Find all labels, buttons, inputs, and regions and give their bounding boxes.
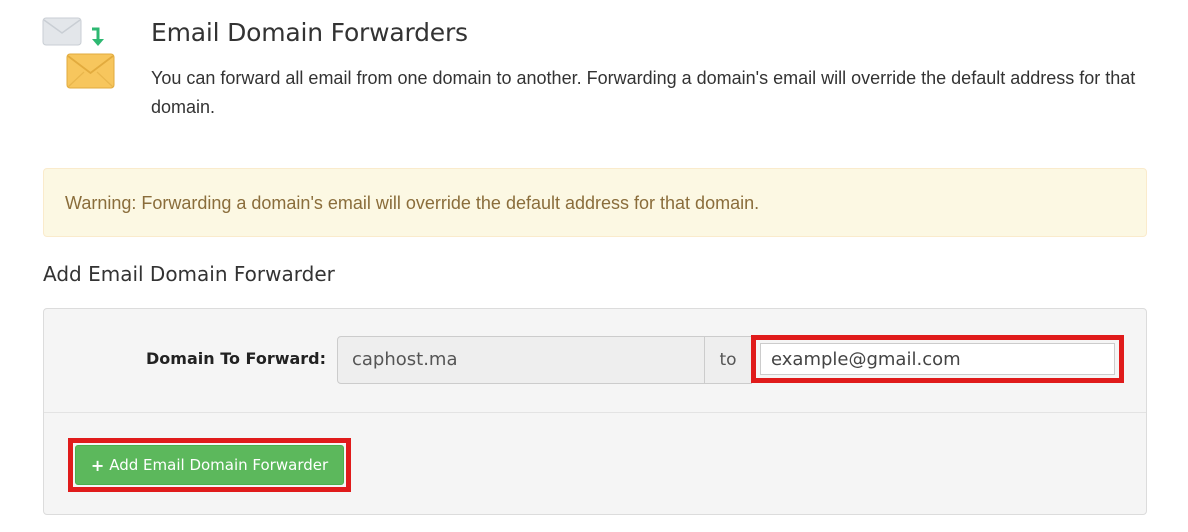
page-title: Email Domain Forwarders — [151, 18, 468, 47]
panel-divider — [44, 412, 1146, 413]
email-forward-icon — [42, 16, 118, 92]
page-description: You can forward all email from one domai… — [151, 68, 1136, 117]
add-email-domain-forwarder-button[interactable]: + Add Email Domain Forwarder — [75, 445, 344, 485]
destination-email-input[interactable] — [760, 343, 1115, 375]
warning-alert: Warning: Forwarding a domain's email wil… — [43, 168, 1147, 237]
domain-to-forward-label: Domain To Forward: — [146, 349, 327, 368]
add-forwarder-panel: Domain To Forward: caphost.ma to + Add E… — [43, 308, 1147, 515]
warning-text: Warning: Forwarding a domain's email wil… — [65, 193, 760, 213]
section-title: Add Email Domain Forwarder — [43, 262, 335, 286]
domain-select[interactable]: caphost.ma — [337, 336, 705, 384]
button-highlight-box: + Add Email Domain Forwarder — [68, 438, 351, 492]
to-addon: to — [705, 336, 752, 384]
add-button-label: Add Email Domain Forwarder — [109, 456, 329, 474]
plus-icon: + — [90, 455, 105, 475]
email-highlight-box — [751, 335, 1124, 383]
